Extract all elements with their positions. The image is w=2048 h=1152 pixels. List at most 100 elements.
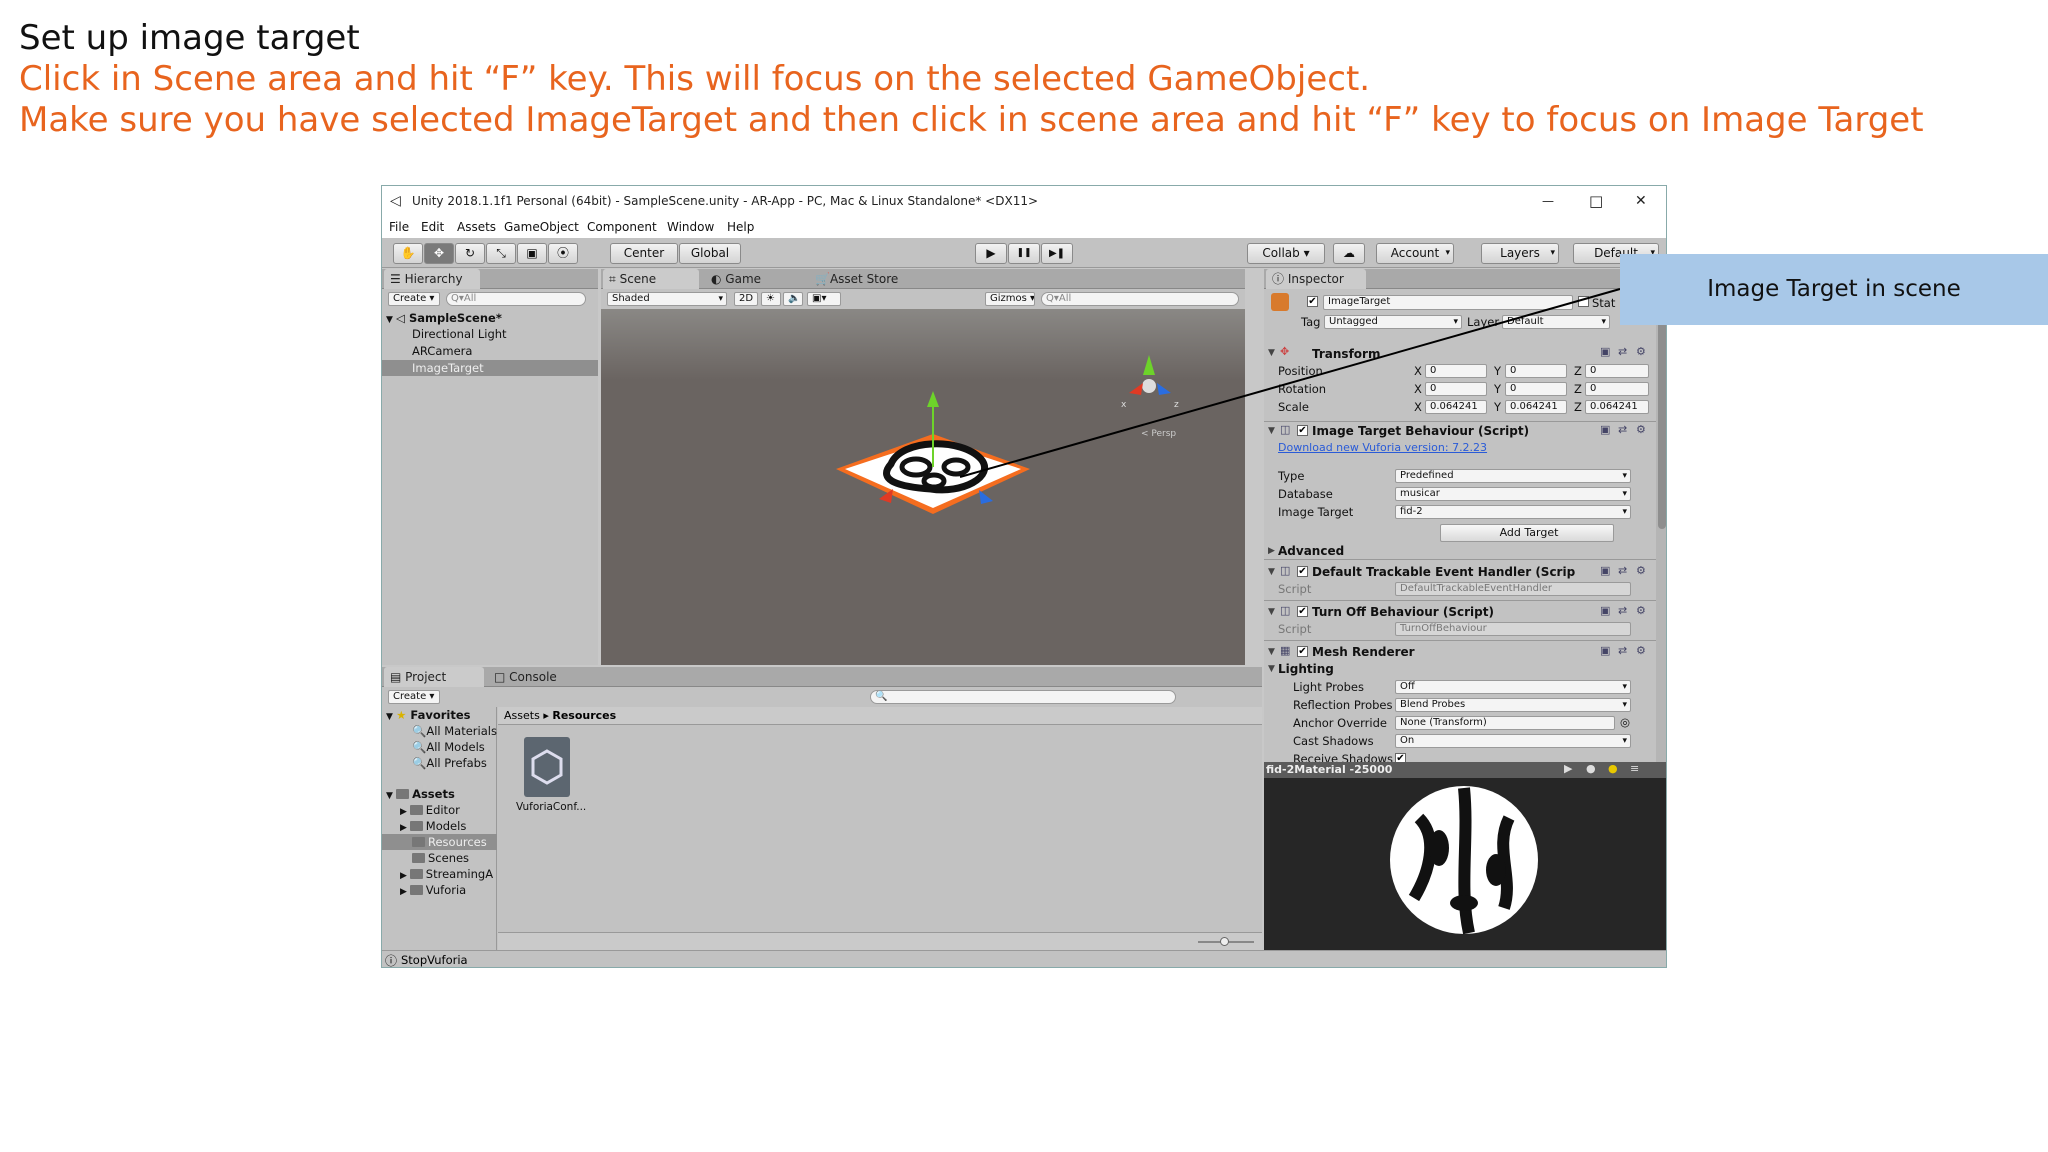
asset-label[interactable]: VuforiaConf... xyxy=(516,801,586,813)
favorite-all-models[interactable]: 🔍All Models xyxy=(412,740,485,754)
pause-button[interactable]: ❚❚ xyxy=(1008,243,1040,264)
collab-dropdown[interactable]: Collab ▾ xyxy=(1247,243,1325,264)
inspector-scrollbar[interactable] xyxy=(1656,289,1666,762)
preset-icon[interactable]: ⇄ xyxy=(1618,564,1627,577)
static-checkbox[interactable] xyxy=(1578,296,1589,307)
gear-icon[interactable]: ⚙ xyxy=(1636,604,1646,617)
scale-x-field[interactable]: 0.064241 xyxy=(1425,400,1487,414)
tab-asset-store[interactable]: 🛒Asset Store xyxy=(809,269,919,289)
folder-resources[interactable]: Resources xyxy=(412,835,487,849)
script-field[interactable]: TurnOffBehaviour xyxy=(1395,622,1631,636)
help-icon[interactable]: ▣ xyxy=(1600,644,1610,657)
tab-project[interactable]: ▤ Project xyxy=(384,667,484,687)
gear-icon[interactable]: ⚙ xyxy=(1636,644,1646,657)
collapse-arrow-icon[interactable]: ▼ xyxy=(1268,647,1275,657)
menu-edit[interactable]: Edit xyxy=(421,220,444,234)
folder-editor[interactable]: ▶ Editor xyxy=(400,803,460,817)
tab-console[interactable]: □ Console xyxy=(488,667,578,687)
gear-icon[interactable]: ⚙ xyxy=(1636,345,1646,358)
assets-header[interactable]: ▼ Assets xyxy=(386,787,455,801)
collapse-arrow-icon[interactable]: ▼ xyxy=(1268,567,1275,577)
tab-scene[interactable]: ⌗ Scene xyxy=(603,269,699,289)
material-preview[interactable] xyxy=(1264,778,1666,950)
tab-hierarchy[interactable]: ☰ Hierarchy xyxy=(384,269,480,289)
help-icon[interactable]: ▣ xyxy=(1600,604,1610,617)
component-enabled-checkbox[interactable]: ✔ xyxy=(1297,566,1308,577)
preset-icon[interactable]: ⇄ xyxy=(1618,604,1627,617)
breadcrumb-resources[interactable]: Resources xyxy=(552,709,616,722)
zoom-slider-handle[interactable] xyxy=(1220,937,1229,946)
help-icon[interactable]: ▣ xyxy=(1600,564,1610,577)
2d-toggle[interactable]: 2D xyxy=(734,292,758,306)
transform-tool-icon[interactable]: ⦿ xyxy=(548,243,578,264)
close-button[interactable]: ✕ xyxy=(1635,186,1647,216)
rotate-tool-icon[interactable]: ↻ xyxy=(455,243,485,264)
lighting-foldout[interactable]: Lighting xyxy=(1278,662,1334,676)
pivot-global-button[interactable]: Global xyxy=(679,243,741,264)
menu-file[interactable]: File xyxy=(389,220,409,234)
menu-help[interactable]: Help xyxy=(727,220,754,234)
shading-dropdown[interactable]: Shaded xyxy=(607,292,727,306)
cast-shadows-dropdown[interactable]: On xyxy=(1395,734,1631,748)
reflection-probes-dropdown[interactable]: Blend Probes xyxy=(1395,698,1631,712)
preview-menu-icon[interactable]: ≡ xyxy=(1630,762,1639,775)
menu-assets[interactable]: Assets xyxy=(457,220,496,234)
hierarchy-item-imagetarget[interactable]: ImageTarget xyxy=(412,361,484,375)
breadcrumb-assets[interactable]: Assets xyxy=(504,709,540,722)
turn-off-behaviour-header[interactable]: Turn Off Behaviour (Script) xyxy=(1312,605,1494,619)
transform-header[interactable]: Transform xyxy=(1312,347,1380,361)
play-button[interactable]: ▶ xyxy=(975,243,1007,264)
project-search-input[interactable]: 🔍 xyxy=(870,690,1176,704)
script-field[interactable]: DefaultTrackableEventHandler xyxy=(1395,582,1631,596)
collapse-arrow-icon[interactable]: ▼ xyxy=(1268,426,1275,436)
component-enabled-checkbox[interactable]: ✔ xyxy=(1297,425,1308,436)
folder-models[interactable]: ▶ Models xyxy=(400,819,466,833)
rotation-x-field[interactable]: 0 xyxy=(1425,382,1487,396)
active-checkbox[interactable]: ✔ xyxy=(1307,296,1318,307)
hierarchy-create-button[interactable]: Create ▾ xyxy=(388,292,440,306)
audio-toggle-icon[interactable]: 🔈 xyxy=(783,292,803,306)
collapse-arrow-icon[interactable]: ▼ xyxy=(1268,607,1275,617)
persp-label[interactable]: < Persp xyxy=(1141,429,1176,439)
tab-game[interactable]: ◐ Game xyxy=(705,269,785,289)
component-enabled-checkbox[interactable]: ✔ xyxy=(1297,606,1308,617)
play-preview-icon[interactable]: ▶ xyxy=(1564,762,1572,775)
collapse-arrow-icon[interactable]: ▼ xyxy=(1268,348,1275,358)
help-icon[interactable]: ▣ xyxy=(1600,345,1610,358)
anchor-override-field[interactable]: None (Transform) xyxy=(1395,716,1615,730)
light-probes-dropdown[interactable]: Off xyxy=(1395,680,1631,694)
folder-vuforia[interactable]: ▶ Vuforia xyxy=(400,883,466,897)
gear-icon[interactable]: ⚙ xyxy=(1636,564,1646,577)
layers-dropdown[interactable]: Layers xyxy=(1481,243,1559,264)
image-target-behaviour-header[interactable]: Image Target Behaviour (Script) xyxy=(1312,424,1529,438)
scale-tool-icon[interactable]: ⤡ xyxy=(486,243,516,264)
gear-icon[interactable]: ⚙ xyxy=(1636,423,1646,436)
pivot-center-button[interactable]: Center xyxy=(610,243,678,264)
sphere-preview-icon[interactable]: ● xyxy=(1586,762,1596,775)
add-target-button[interactable]: Add Target xyxy=(1440,524,1614,542)
scene-search-input[interactable]: Q▾All xyxy=(1041,292,1239,306)
tag-dropdown[interactable]: Untagged xyxy=(1324,315,1462,329)
menu-component[interactable]: Component xyxy=(587,220,657,234)
rect-tool-icon[interactable]: ▣ xyxy=(517,243,547,264)
menu-window[interactable]: Window xyxy=(667,220,714,234)
menu-gameobject[interactable]: GameObject xyxy=(504,220,579,234)
maximize-button[interactable]: □ xyxy=(1589,186,1603,216)
preset-icon[interactable]: ⇄ xyxy=(1618,345,1627,358)
scrollbar-thumb[interactable] xyxy=(1658,309,1666,529)
help-icon[interactable]: ▣ xyxy=(1600,423,1610,436)
object-name-field[interactable]: ImageTarget xyxy=(1323,295,1573,310)
minimize-button[interactable]: — xyxy=(1542,186,1554,216)
preset-icon[interactable]: ⇄ xyxy=(1618,644,1627,657)
component-enabled-checkbox[interactable]: ✔ xyxy=(1297,646,1308,657)
effects-dropdown-icon[interactable]: ▣▾ xyxy=(807,292,841,306)
status-message[interactable]: StopVuforia xyxy=(401,953,468,967)
folder-streamingassets[interactable]: ▶ StreamingA xyxy=(400,867,493,881)
move-tool-icon[interactable]: ✥ xyxy=(424,243,454,264)
preset-icon[interactable]: ⇄ xyxy=(1618,423,1627,436)
hierarchy-item-arcamera[interactable]: ARCamera xyxy=(412,344,472,358)
cloud-icon[interactable]: ☁ xyxy=(1333,243,1365,264)
favorite-all-materials[interactable]: 🔍All Materials xyxy=(412,724,497,738)
hand-tool-icon[interactable]: ✋ xyxy=(393,243,423,264)
favorites-header[interactable]: ▼ ★ Favorites xyxy=(386,708,471,722)
